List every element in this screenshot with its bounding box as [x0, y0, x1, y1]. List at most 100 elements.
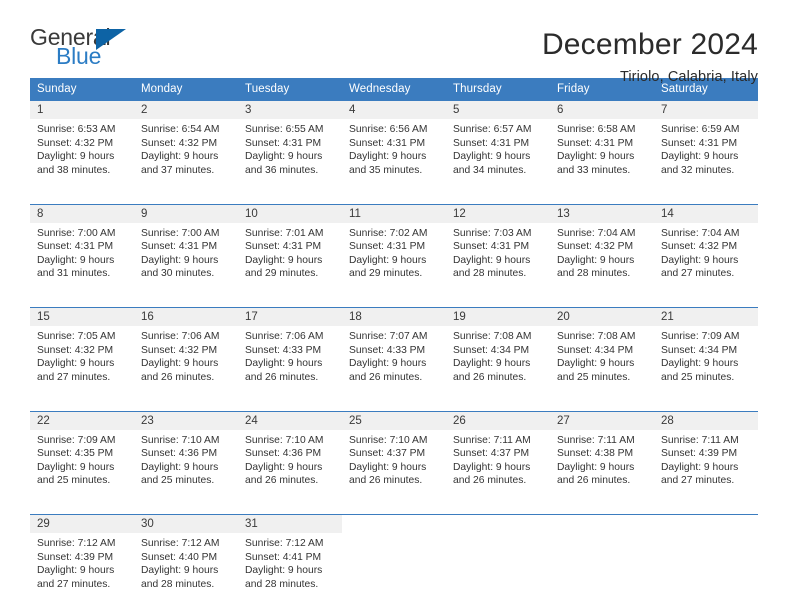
- daylight-text-line2: and 29 minutes.: [349, 268, 423, 280]
- sunrise-text: Sunrise: 7:02 AM: [349, 227, 428, 239]
- sunrise-text: Sunrise: 7:08 AM: [557, 331, 636, 342]
- sunset-text: Sunset: 4:36 PM: [245, 448, 322, 460]
- day-number[interactable]: 29: [30, 514, 134, 533]
- sunset-text: Sunset: 4:35 PM: [37, 448, 114, 460]
- generalblue-logo[interactable]: General Blue: [30, 26, 142, 76]
- day-number[interactable]: 6: [550, 100, 654, 119]
- sunset-text: Sunset: 4:31 PM: [557, 137, 634, 149]
- sunset-text: Sunset: 4:39 PM: [661, 448, 738, 460]
- week-dayinfo-row: Sunrise: 7:12 AM Sunset: 4:39 PM Daylight:…: [30, 533, 758, 601]
- daylight-text-line1: Daylight: 9 hours: [141, 254, 219, 266]
- sunset-text: Sunset: 4:31 PM: [661, 137, 738, 149]
- sunrise-text: Sunrise: 7:11 AM: [453, 434, 531, 446]
- day-number[interactable]: 21: [654, 307, 758, 326]
- day-details: Sunrise: 7:11 AM Sunset: 4:37 PM Daylight:…: [446, 430, 550, 498]
- daylight-text-line1: Daylight: 9 hours: [453, 254, 531, 266]
- sunset-text: Sunset: 4:39 PM: [37, 551, 114, 563]
- daylight-text-line2: and 28 minutes.: [557, 268, 631, 280]
- daylight-text-line2: and 26 minutes.: [245, 475, 319, 487]
- day-number[interactable]: 17: [238, 307, 342, 326]
- day-number[interactable]: 14: [654, 203, 758, 223]
- day-number[interactable]: 18: [342, 307, 446, 326]
- day-number[interactable]: 3: [238, 100, 342, 119]
- day-details-empty: [654, 533, 758, 601]
- day-details: Sunrise: 7:08 AM Sunset: 4:34 PM Daylight:…: [550, 326, 654, 394]
- day-details: Sunrise: 7:07 AM Sunset: 4:33 PM Daylight:…: [342, 326, 446, 394]
- day-number[interactable]: 23: [134, 410, 238, 430]
- sunrise-text: Sunrise: 7:11 AM: [557, 434, 635, 446]
- daylight-text-line1: Daylight: 9 hours: [661, 461, 739, 473]
- daylight-text-line1: Daylight: 9 hours: [661, 358, 739, 370]
- day-number[interactable]: 20: [550, 307, 654, 326]
- daylight-text-line1: Daylight: 9 hours: [453, 151, 531, 163]
- sunrise-text: Sunrise: 7:04 AM: [661, 227, 740, 239]
- day-number[interactable]: 30: [134, 514, 238, 533]
- sunset-text: Sunset: 4:31 PM: [37, 241, 114, 253]
- daylight-text-line2: and 26 minutes.: [141, 371, 215, 383]
- page-title: December 2024: [541, 28, 758, 61]
- sunset-text: Sunset: 4:37 PM: [349, 448, 426, 460]
- sunset-text: Sunset: 4:33 PM: [245, 344, 322, 356]
- daylight-text-line1: Daylight: 9 hours: [557, 358, 635, 370]
- week-separator: [30, 187, 758, 204]
- day-number[interactable]: 19: [446, 307, 550, 326]
- day-number[interactable]: 4: [342, 100, 446, 119]
- day-details: Sunrise: 6:56 AM Sunset: 4:31 PM Daylight:…: [342, 119, 446, 187]
- daylight-text-line1: Daylight: 9 hours: [349, 254, 427, 266]
- weekday-header-sunday: Sunday: [30, 78, 134, 101]
- day-number[interactable]: 2: [134, 100, 238, 119]
- day-number[interactable]: 11: [342, 203, 446, 223]
- calendar-table: Sunday Monday Tuesday Wednesday Thursday…: [30, 78, 758, 601]
- sunset-text: Sunset: 4:31 PM: [349, 137, 426, 149]
- daylight-text-line2: and 26 minutes.: [453, 475, 527, 487]
- sunrise-text: Sunrise: 7:10 AM: [245, 434, 324, 446]
- day-number[interactable]: 7: [654, 100, 758, 119]
- day-number[interactable]: 28: [654, 410, 758, 430]
- day-details-empty: [550, 533, 654, 601]
- day-number[interactable]: 25: [342, 410, 446, 430]
- day-number[interactable]: 31: [238, 514, 342, 533]
- day-number[interactable]: 22: [30, 410, 134, 430]
- day-number[interactable]: 5: [446, 100, 550, 119]
- daylight-text-line1: Daylight: 9 hours: [557, 151, 635, 163]
- daylight-text-line1: Daylight: 9 hours: [141, 461, 219, 473]
- week-dayinfo-row: Sunrise: 7:09 AM Sunset: 4:35 PM Daylight:…: [30, 430, 758, 498]
- daylight-text-line2: and 26 minutes.: [349, 475, 423, 487]
- daylight-text-line2: and 26 minutes.: [453, 371, 527, 383]
- day-number[interactable]: 26: [446, 410, 550, 430]
- sunrise-text: Sunrise: 7:03 AM: [453, 227, 532, 239]
- sunset-text: Sunset: 4:31 PM: [453, 137, 530, 149]
- sunrise-text: Sunrise: 7:08 AM: [453, 331, 532, 342]
- sunrise-text: Sunrise: 7:00 AM: [37, 227, 116, 239]
- day-number[interactable]: 8: [30, 203, 134, 223]
- daylight-text-line2: and 26 minutes.: [557, 475, 631, 487]
- sunrise-text: Sunrise: 7:05 AM: [37, 331, 116, 342]
- sunrise-text: Sunrise: 6:55 AM: [245, 124, 324, 135]
- day-number[interactable]: 1: [30, 100, 134, 119]
- daylight-text-line1: Daylight: 9 hours: [37, 151, 115, 163]
- day-number[interactable]: 16: [134, 307, 238, 326]
- daylight-text-line1: Daylight: 9 hours: [37, 565, 115, 577]
- day-details: Sunrise: 7:12 AM Sunset: 4:39 PM Daylight:…: [30, 533, 134, 601]
- day-number[interactable]: 13: [550, 203, 654, 223]
- day-number[interactable]: 24: [238, 410, 342, 430]
- day-number[interactable]: 12: [446, 203, 550, 223]
- day-details-empty: [446, 533, 550, 601]
- logo-triangle-icon: [96, 29, 126, 50]
- daylight-text-line1: Daylight: 9 hours: [37, 461, 115, 473]
- day-number[interactable]: 15: [30, 307, 134, 326]
- day-details: Sunrise: 7:03 AM Sunset: 4:31 PM Daylight:…: [446, 223, 550, 291]
- day-cell-empty: [654, 514, 758, 533]
- sunrise-text: Sunrise: 6:54 AM: [141, 124, 220, 135]
- sunset-text: Sunset: 4:31 PM: [141, 241, 218, 253]
- sunset-text: Sunset: 4:40 PM: [141, 551, 218, 563]
- day-number[interactable]: 9: [134, 203, 238, 223]
- day-details: Sunrise: 7:00 AM Sunset: 4:31 PM Daylight:…: [30, 223, 134, 291]
- day-number[interactable]: 27: [550, 410, 654, 430]
- day-details: Sunrise: 7:04 AM Sunset: 4:32 PM Daylight:…: [654, 223, 758, 291]
- daylight-text-line1: Daylight: 9 hours: [37, 358, 115, 370]
- daylight-text-line2: and 34 minutes.: [453, 164, 527, 176]
- day-details: Sunrise: 7:12 AM Sunset: 4:41 PM Daylight:…: [238, 533, 342, 601]
- sunset-text: Sunset: 4:31 PM: [349, 241, 426, 253]
- day-number[interactable]: 10: [238, 203, 342, 223]
